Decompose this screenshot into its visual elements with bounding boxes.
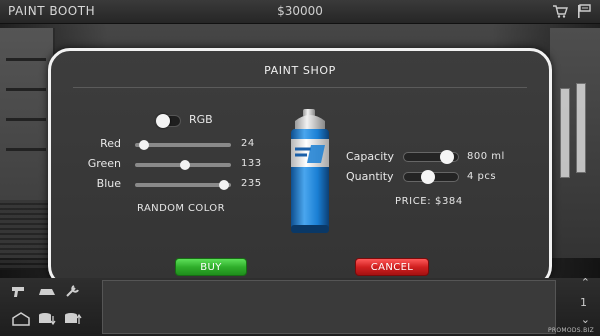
scroll-up-icon[interactable]: ⌃ — [581, 276, 590, 289]
random-color-button[interactable]: RANDOM COLOR — [137, 203, 225, 214]
blue-slider-thumb[interactable] — [218, 180, 229, 190]
page-number: 1 — [580, 296, 587, 309]
title-divider — [73, 87, 527, 88]
rgb-label: RGB — [189, 113, 213, 126]
blue-slider[interactable] — [135, 180, 231, 190]
bottom-panel — [102, 280, 556, 334]
capacity-label: Capacity — [346, 150, 395, 163]
buy-button[interactable]: BUY — [175, 258, 247, 276]
money-display: $30000 — [277, 4, 323, 18]
quantity-slider[interactable] — [403, 170, 459, 184]
quantity-slider-thumb[interactable] — [421, 170, 436, 184]
quantity-value: 4 pcs — [467, 171, 497, 182]
car-body-icon[interactable] — [38, 284, 56, 298]
red-value: 24 — [241, 138, 255, 149]
database-up-icon[interactable] — [64, 312, 82, 326]
spray-can-image — [291, 109, 329, 233]
capacity-slider[interactable] — [403, 150, 459, 164]
cancel-button[interactable]: CANCEL — [355, 258, 429, 276]
watermark: PROMODS.BIZ — [547, 327, 594, 334]
spray-gun-icon[interactable] — [10, 284, 28, 298]
scroll-down-icon[interactable]: ⌄ — [581, 313, 590, 326]
green-label: Green — [87, 157, 121, 170]
green-slider-thumb[interactable] — [180, 160, 191, 170]
flag-icon[interactable] — [576, 3, 592, 19]
blue-label: Blue — [96, 177, 121, 190]
toggle-knob[interactable] — [156, 114, 170, 128]
rgb-toggle[interactable] — [155, 114, 181, 128]
capacity-slider-thumb[interactable] — [440, 150, 455, 164]
capacity-value: 800 ml — [467, 151, 505, 162]
paint-shop-dialog: PAINT SHOP RGB Red 24 Green 133 Blue 235… — [48, 48, 552, 288]
cart-icon[interactable] — [552, 3, 568, 19]
garage-icon[interactable] — [12, 312, 30, 326]
red-slider-thumb[interactable] — [139, 140, 150, 150]
green-value: 133 — [241, 158, 262, 169]
green-slider[interactable] — [135, 160, 231, 170]
red-slider[interactable] — [135, 140, 231, 150]
right-wall — [550, 28, 600, 258]
quantity-label: Quantity — [346, 170, 394, 183]
top-bar: PAINT BOOTH $30000 — [0, 0, 600, 24]
blue-value: 235 — [241, 178, 262, 189]
dialog-title: PAINT SHOP — [264, 64, 336, 77]
red-label: Red — [100, 137, 121, 150]
wrench-icon[interactable] — [64, 284, 82, 298]
database-down-icon[interactable] — [38, 312, 56, 326]
price-text: PRICE: $384 — [395, 196, 463, 207]
